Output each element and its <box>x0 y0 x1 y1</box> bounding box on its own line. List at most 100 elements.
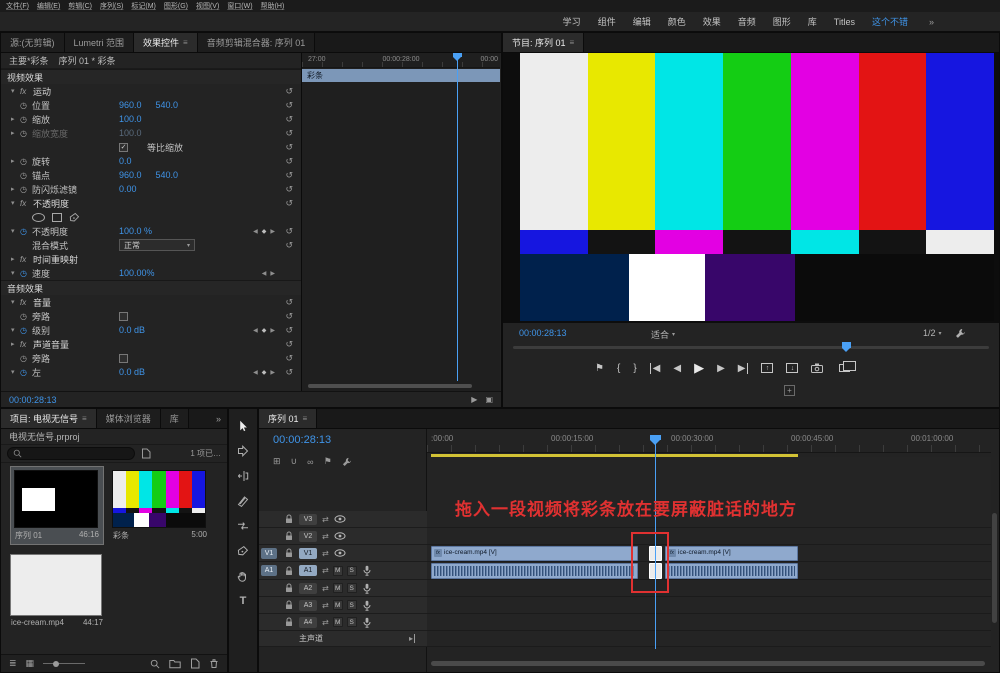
lift-button[interactable]: ↑ <box>761 363 773 373</box>
timeline-playhead-marker[interactable] <box>650 435 661 440</box>
add-marker-button[interactable]: ⚑ <box>595 363 604 374</box>
play-only-clip-icon[interactable]: ▶ <box>471 395 477 404</box>
mini-playhead[interactable] <box>457 53 458 381</box>
effect-controls-timecode[interactable]: 00:00:28:13 <box>9 395 57 405</box>
twirl-icon[interactable]: ▾ <box>11 199 20 207</box>
program-playhead[interactable] <box>842 342 851 348</box>
source-patch-v1[interactable]: V1 <box>259 548 279 559</box>
color-bars-thumbnail[interactable] <box>112 470 206 528</box>
twirl-icon[interactable]: ▸ <box>11 340 20 348</box>
sync-lock-icon[interactable]: ⇄ <box>322 601 329 610</box>
scale-value[interactable]: 100.0 <box>119 114 142 124</box>
workspace-tab-color[interactable]: 颜色 <box>668 15 686 28</box>
track-name-badge[interactable]: V3 <box>299 514 317 525</box>
source-patch-a1[interactable]: A1 <box>259 565 279 576</box>
track-name-badge[interactable]: V1 <box>299 548 317 559</box>
step-back-button[interactable]: ◀ <box>673 363 681 374</box>
pen-mask-icon[interactable] <box>69 212 80 223</box>
item-name[interactable]: 序列 01 <box>15 530 42 541</box>
track-lock-icon[interactable] <box>284 600 294 610</box>
go-to-out-button[interactable]: ▶ <box>738 363 749 374</box>
tool-type[interactable]: T <box>236 594 250 607</box>
reset-button[interactable]: ↺ <box>285 184 293 195</box>
prev-keyframe-icon[interactable]: ◀ <box>253 228 258 235</box>
reset-button[interactable]: ↺ <box>285 339 293 350</box>
twirl-icon[interactable]: ▸ <box>11 115 20 123</box>
panel-menu-icon[interactable]: ≡ <box>82 414 87 423</box>
stopwatch-icon[interactable]: ◷ <box>20 326 32 335</box>
solo-button[interactable]: S <box>347 566 357 576</box>
reset-button[interactable]: ↺ <box>285 198 293 209</box>
item-name[interactable]: 彩条 <box>113 530 129 541</box>
add-keyframe-icon[interactable]: ◆ <box>262 369 267 376</box>
voiceover-mic-icon[interactable] <box>362 617 372 628</box>
search-input[interactable] <box>25 449 129 458</box>
track-lane-a4[interactable] <box>427 614 991 631</box>
stopwatch-icon[interactable]: ◷ <box>20 101 32 110</box>
thumbnail-zoom-slider[interactable] <box>43 659 85 669</box>
project-item-ice-cream[interactable]: ice-cream.mp444:17 <box>7 551 107 630</box>
mark-out-button[interactable]: } <box>633 363 636 374</box>
extract-button[interactable]: ↓ <box>786 363 798 373</box>
twirl-icon[interactable]: ▾ <box>11 368 20 376</box>
workspace-tab-audio[interactable]: 音频 <box>738 15 756 28</box>
program-timecode[interactable]: 00:00:28:13 <box>519 328 567 338</box>
fx-badge-icon[interactable]: fx <box>20 199 33 208</box>
play-button[interactable]: ▶ <box>694 360 704 376</box>
menu-graphics[interactable]: 图形(G) <box>164 1 188 11</box>
tool-pen[interactable] <box>236 544 250 557</box>
reset-button[interactable]: ↺ <box>285 170 293 181</box>
new-bin-icon[interactable] <box>169 659 181 669</box>
tab-libraries[interactable]: 库 <box>161 409 189 428</box>
speed-value[interactable]: 100.00% <box>119 268 155 278</box>
workspace-tab-titles[interactable]: Titles <box>834 17 855 27</box>
tab-media-browser[interactable]: 媒体浏览器 <box>97 409 161 428</box>
mark-in-button[interactable]: { <box>617 363 620 374</box>
workspace-tab-libraries[interactable]: 库 <box>808 15 817 28</box>
reset-button[interactable]: ↺ <box>285 156 293 167</box>
ellipse-mask-icon[interactable] <box>32 213 45 222</box>
twirl-icon[interactable]: ▾ <box>11 326 20 334</box>
position-x-value[interactable]: 960.0 <box>119 100 142 110</box>
next-keyframe-icon[interactable]: ▶ <box>270 327 275 334</box>
solo-button[interactable]: S <box>347 600 357 610</box>
breadcrumb-master[interactable]: 主要*彩条 <box>9 54 49 67</box>
voiceover-mic-icon[interactable] <box>362 583 372 594</box>
twirl-icon[interactable]: ▸ <box>11 255 20 263</box>
workspace-tab-effects[interactable]: 效果 <box>703 15 721 28</box>
menu-help[interactable]: 帮助(H) <box>261 1 285 11</box>
twirl-icon[interactable]: ▾ <box>11 227 20 235</box>
track-visibility-icon[interactable] <box>334 532 346 540</box>
voiceover-mic-icon[interactable] <box>362 565 372 576</box>
program-scrubber[interactable] <box>503 341 999 353</box>
track-lock-icon[interactable] <box>284 617 294 627</box>
reset-button[interactable]: ↺ <box>285 297 293 308</box>
panel-menu-icon[interactable]: ≡ <box>303 414 308 423</box>
step-forward-button[interactable]: ▶ <box>717 363 725 374</box>
bypass-checkbox[interactable] <box>119 354 128 363</box>
track-visibility-icon[interactable] <box>334 515 346 523</box>
panel-menu-icon[interactable]: ≡ <box>183 38 188 47</box>
mute-button[interactable]: M <box>333 583 343 593</box>
tab-audio-clip-mixer[interactable]: 音频剪辑混合器: 序列 01 <box>198 33 316 52</box>
effect-controls-timeline[interactable]: 27:00 00:00:28:00 00:00 彩条 <box>301 53 500 391</box>
menu-edit[interactable]: 编辑(E) <box>37 1 60 11</box>
antiflicker-value[interactable]: 0.00 <box>119 184 137 194</box>
workspace-tab-learning[interactable]: 学习 <box>563 15 581 28</box>
reset-button[interactable]: ↺ <box>285 311 293 322</box>
button-editor-button[interactable]: + <box>784 385 795 396</box>
go-to-in-button[interactable]: ◀ <box>650 363 661 374</box>
stopwatch-icon[interactable]: ◷ <box>20 312 32 321</box>
workspace-overflow-icon[interactable]: » <box>929 17 934 27</box>
opacity-value[interactable]: 100.0 % <box>119 226 152 236</box>
stopwatch-icon[interactable]: ◷ <box>20 157 32 166</box>
menu-clip[interactable]: 剪辑(C) <box>68 1 92 11</box>
reset-button[interactable]: ↺ <box>285 100 293 111</box>
reset-button[interactable]: ↺ <box>285 240 293 251</box>
bypass-checkbox[interactable] <box>119 312 128 321</box>
find-icon[interactable] <box>150 659 160 669</box>
stopwatch-icon[interactable]: ◷ <box>20 171 32 180</box>
nested-sequence-icon[interactable]: ⊞ <box>273 456 281 467</box>
tab-effect-controls[interactable]: 效果控件≡ <box>134 33 198 52</box>
track-visibility-icon[interactable] <box>334 549 346 557</box>
